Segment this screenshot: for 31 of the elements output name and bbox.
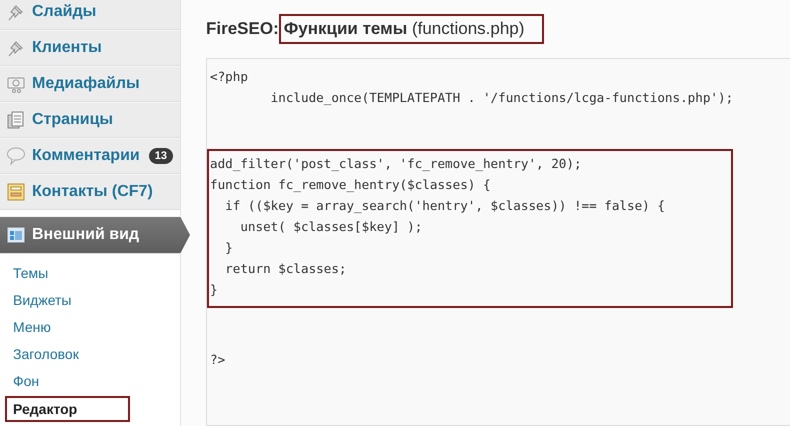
submenu-item[interactable]: Виджеты [0, 286, 180, 313]
code-editor[interactable] [206, 58, 790, 426]
code-line: ?> [210, 351, 226, 369]
page-title-prefix: FireSEO: [206, 18, 279, 38]
code-line: unset( $classes[$key] ); [239, 218, 424, 236]
menu-item[interactable]: Внешний вид [0, 216, 190, 254]
code-line: add_filter('post_class', 'fc_remove_hentry', 20); [210, 155, 583, 173]
pages-icon [6, 110, 26, 130]
code-line: <?php [210, 68, 249, 86]
code-line: if (($key = array_search('hentry', $classes)) !== false) { [224, 197, 666, 215]
code-line: } [210, 281, 219, 299]
submenu-item[interactable]: Темы [0, 259, 180, 286]
submenu-item[interactable]: Редактор [5, 396, 130, 422]
page-title: Функции темы (functions.php) [278, 14, 544, 44]
submenu-item[interactable]: Фон [0, 367, 180, 394]
submenu-item[interactable]: Заголовок [0, 340, 180, 367]
menu-item[interactable]: Комментарии 13 [0, 138, 180, 174]
count-badge: 13 [148, 148, 173, 164]
code-line: } [224, 239, 234, 257]
menu-item[interactable]: Слайды [0, 0, 180, 30]
submenu-item[interactable]: Меню [0, 313, 180, 340]
speech-bubble-icon [6, 146, 26, 166]
code-line: return $classes; [224, 260, 348, 278]
menu-item[interactable]: Страницы [0, 102, 180, 138]
menu-item[interactable]: Клиенты [0, 30, 180, 66]
code-line: include_once(TEMPLATEPATH . '/functions/lcga-functions.php'); [270, 89, 734, 107]
menu-item[interactable]: Медиафайлы [0, 66, 180, 102]
form-icon [6, 182, 26, 202]
layout-icon [6, 225, 26, 245]
menu-item[interactable]: Контакты (CF7) [0, 174, 180, 210]
code-line: function fc_remove_hentry($classes) { [210, 176, 492, 194]
